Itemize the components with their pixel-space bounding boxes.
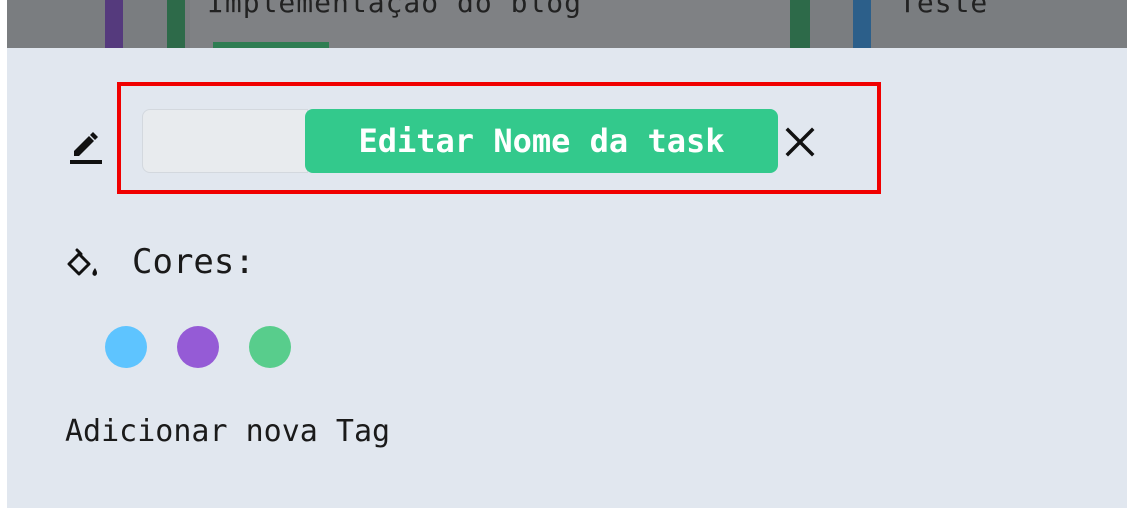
screen: Implementação do blog Teste Editar Nome … <box>0 0 1134 508</box>
pencil-icon <box>70 132 102 164</box>
color-swatch-purple[interactable] <box>177 326 219 368</box>
task-edit-modal: Editar Nome da task Cores: Adicionar nov… <box>7 48 1128 508</box>
color-swatch-green[interactable] <box>249 326 291 368</box>
column-stripe-green-2 <box>790 0 810 48</box>
background-task-title-2: Teste <box>899 0 989 19</box>
edit-task-name-button[interactable]: Editar Nome da task <box>305 109 778 173</box>
add-new-tag-link[interactable]: Adicionar nova Tag <box>65 414 390 449</box>
column-stripe-green <box>167 0 185 48</box>
colors-label: Cores: <box>132 242 255 282</box>
page-edge <box>1127 0 1134 508</box>
color-swatch-light-blue[interactable] <box>105 326 147 368</box>
column-stripe-purple <box>105 0 123 48</box>
column-stripe-blue <box>853 0 871 48</box>
background-task-title: Implementação do blog <box>207 0 583 19</box>
close-icon[interactable] <box>783 125 817 159</box>
board-backdrop: Implementação do blog Teste <box>7 0 1134 48</box>
paint-bucket-icon <box>67 248 97 276</box>
task-name-input[interactable] <box>142 109 308 173</box>
